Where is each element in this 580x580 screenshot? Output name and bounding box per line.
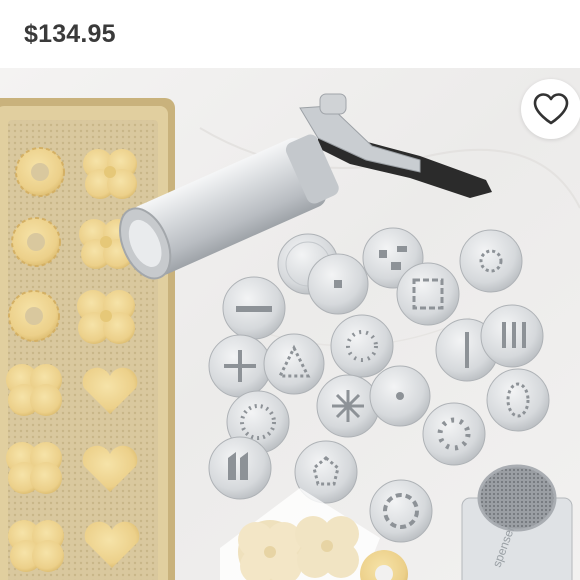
listing-price: $134.95: [24, 20, 116, 48]
price-bar: $134.95: [0, 0, 580, 68]
product-photo[interactable]: spenser: [0, 68, 580, 580]
like-button[interactable]: [521, 79, 580, 139]
heart-outline-icon: [533, 93, 569, 125]
cookie-press-set-image: spenser: [0, 68, 580, 580]
